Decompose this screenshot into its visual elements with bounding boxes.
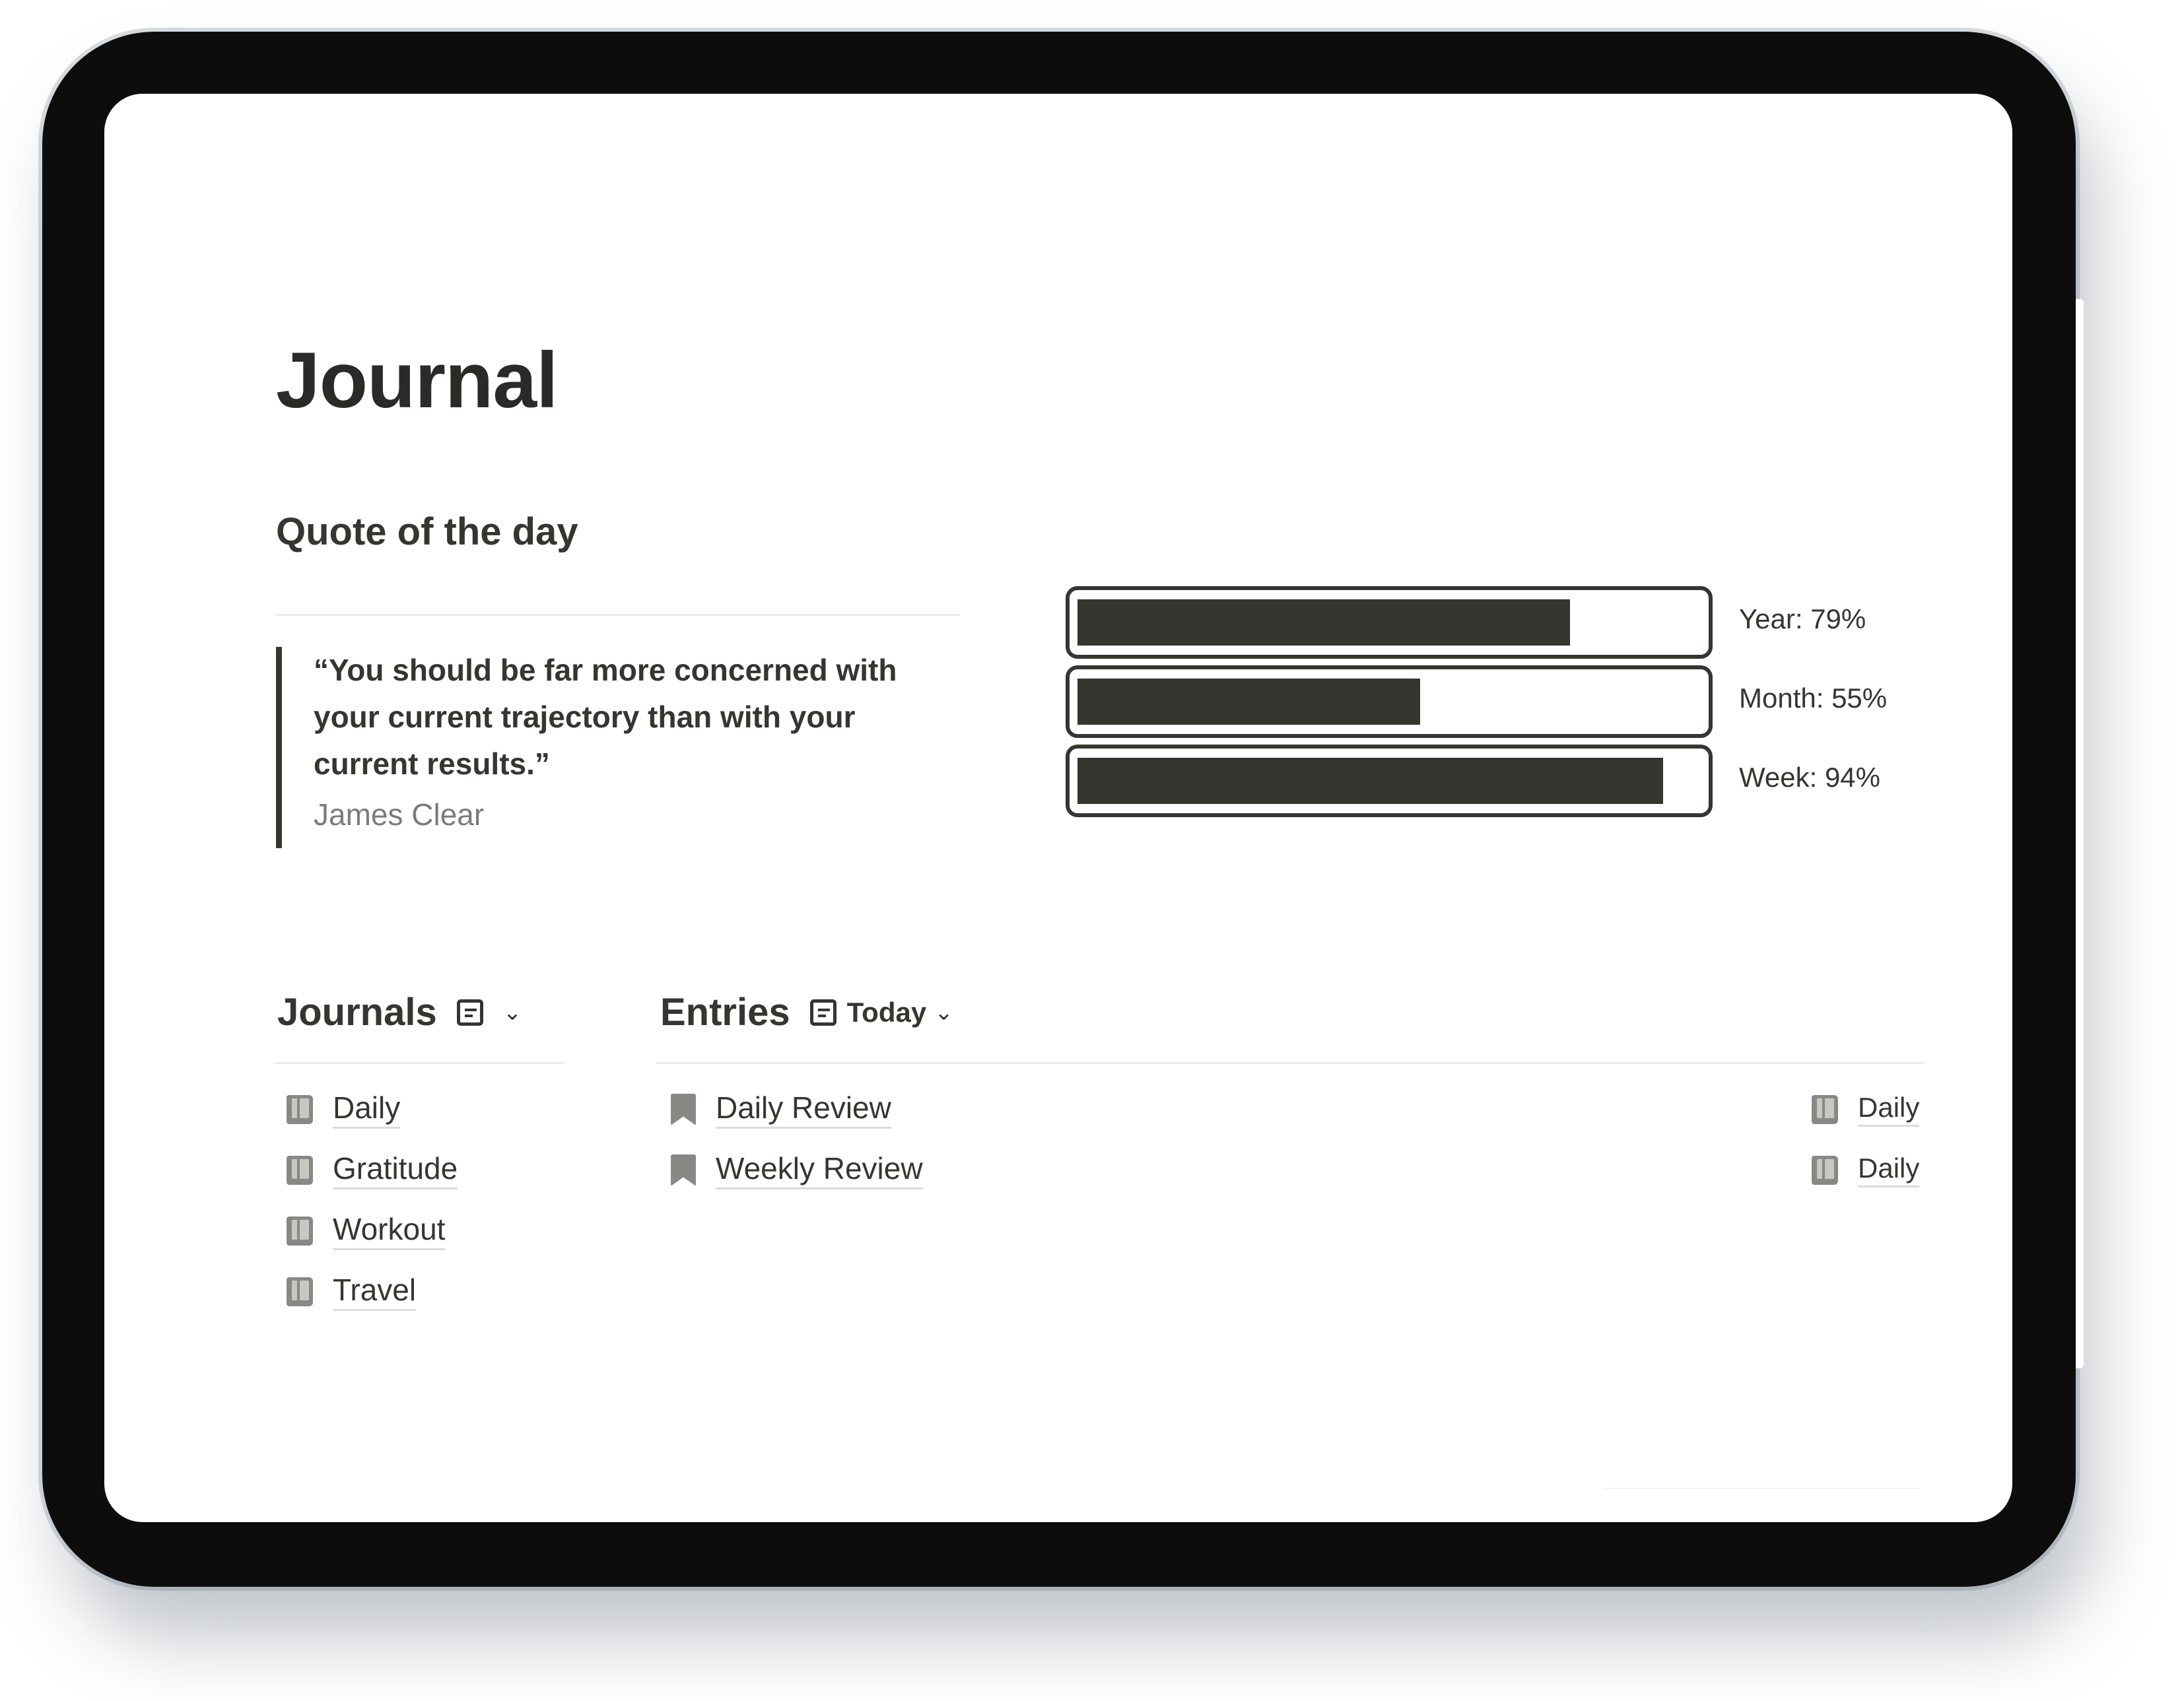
entry-tag-daily[interactable]: Daily [1812,1152,1920,1188]
journals-title[interactable]: Journals [277,990,437,1034]
book-icon [1812,1094,1838,1124]
progress-track [1066,665,1713,738]
list-item-label: Weekly Review [716,1151,923,1189]
list-item-label: Workout [333,1212,446,1250]
list-item-label: Daily Review [716,1090,891,1129]
list-item-label: Daily [333,1090,401,1129]
journal-item-gratitude[interactable]: Gratitude [287,1151,458,1189]
journal-item-daily[interactable]: Daily [287,1090,401,1129]
entry-journal-label: Daily [1858,1092,1920,1127]
progress-label: Month: 55% [1739,683,1888,714]
journal-item-travel[interactable]: Travel [287,1273,417,1311]
quote-heading: Quote of the day [276,510,578,553]
progress-fill [1077,599,1570,646]
progress-track [1066,586,1713,659]
volume-button [2076,299,2084,1368]
list-view-icon[interactable] [456,999,483,1026]
progress-month: Month: 55% [1066,665,1990,738]
journals-header: Journals ⌄ [277,990,522,1034]
progress-track [1066,745,1713,817]
quote-text: “You should be far more concerned with y… [314,653,897,781]
progress-label: Year: 79% [1739,603,1866,634]
quote-block: “You should be far more concerned with y… [276,647,936,848]
entry-tag-daily[interactable]: Daily [1812,1092,1920,1127]
quote-author: James Clear [314,797,485,832]
book-icon [287,1216,313,1246]
journals-divider [273,1062,564,1064]
entry-row-daily-review[interactable]: Daily Review [671,1090,891,1129]
view-selector-today[interactable]: Today [847,997,927,1028]
book-icon [1812,1155,1838,1185]
quote-divider [276,614,960,616]
chevron-down-icon[interactable]: ⌄ [503,1001,522,1024]
book-icon [287,1094,313,1124]
journal-item-workout[interactable]: Workout [287,1212,446,1250]
progress-fill [1077,758,1663,804]
page-title: Journal [276,336,558,424]
entry-row-weekly-review[interactable]: Weekly Review [671,1151,923,1189]
page-footer-divider [1603,1488,1920,1489]
entries-divider [656,1062,1924,1064]
list-item-label: Gratitude [333,1151,458,1189]
list-view-icon[interactable] [809,999,836,1026]
progress-fill [1077,679,1420,725]
progress-label: Week: 94% [1739,762,1880,793]
entries-header: Entries Today ⌄ [660,990,953,1034]
chevron-down-icon[interactable]: ⌄ [934,1001,953,1024]
tablet-device: Journal Quote of the day “You should be … [42,32,2084,1587]
list-item-label: Travel [333,1273,417,1311]
bookmark-icon [671,1093,696,1125]
entry-journal-label: Daily [1858,1152,1920,1188]
book-icon [287,1155,313,1185]
entries-title[interactable]: Entries [660,990,790,1034]
progress-year: Year: 79% [1066,586,1990,659]
notion-page: Journal Quote of the day “You should be … [104,94,2012,1522]
book-icon [287,1277,313,1306]
bookmark-icon [671,1154,696,1186]
progress-week: Week: 94% [1066,745,1990,817]
